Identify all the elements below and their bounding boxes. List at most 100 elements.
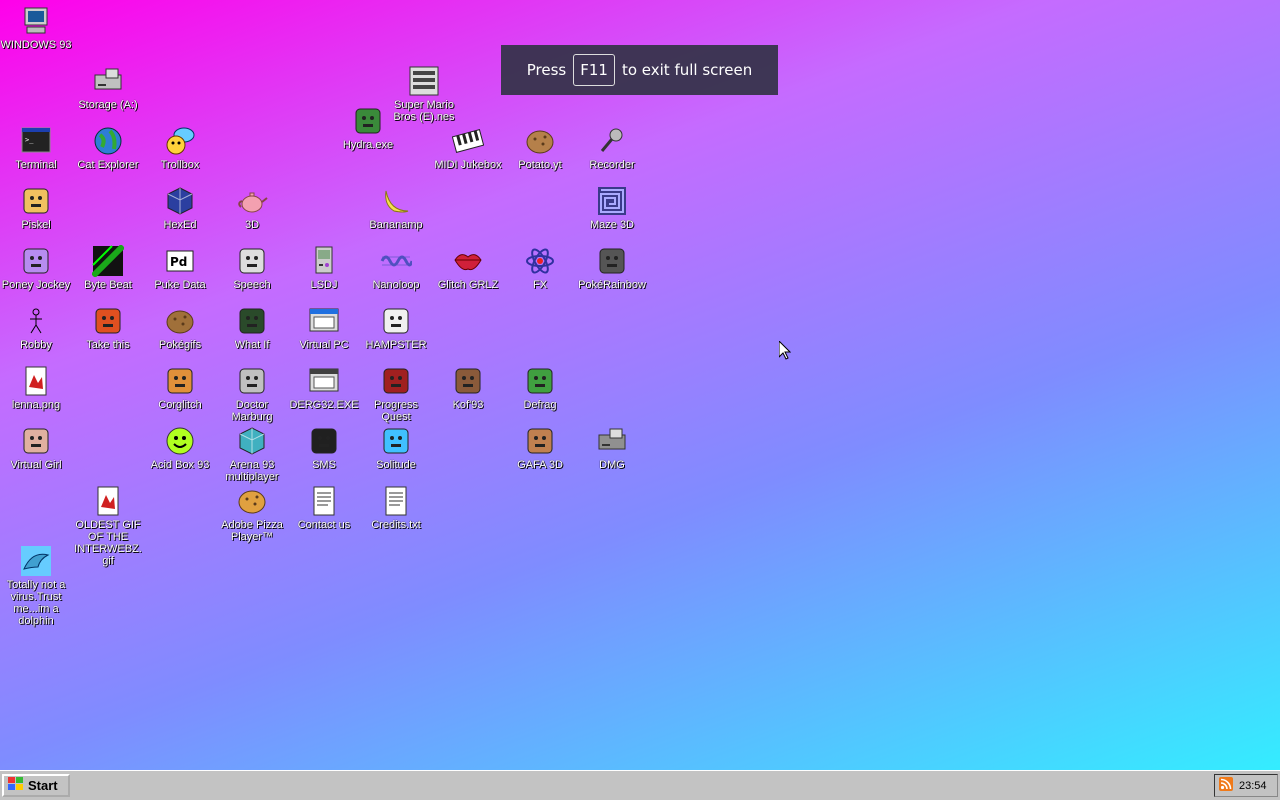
computer-icon: [20, 5, 52, 37]
desktop-icon[interactable]: Pd Puke Data: [144, 245, 216, 291]
desktop-icon-label: MIDI Jukebox: [434, 159, 502, 171]
smiley-icon: [164, 425, 196, 457]
crossed-swords-icon: [380, 365, 412, 397]
desktop-icon-label: Bananamp: [369, 219, 423, 231]
desktop-icon[interactable]: >_ Terminal: [0, 125, 72, 171]
desktop-icon[interactable]: Doctor Marburg: [216, 365, 288, 423]
character-icon: [92, 305, 124, 337]
desktop-icon[interactable]: Byte Beat: [72, 245, 144, 291]
desktop-icon-label: FX: [532, 279, 548, 291]
palette-icon: [20, 185, 52, 217]
desktop-icon[interactable]: Take this: [72, 305, 144, 351]
desktop-icon[interactable]: Pokégifs: [144, 305, 216, 351]
gif-file-icon: [92, 485, 124, 517]
desktop-icon-label: Piskel: [21, 219, 51, 231]
desktop-icon-label: Virtual Girl: [10, 459, 62, 471]
desktop-icon[interactable]: Glitch GRLZ: [432, 245, 504, 291]
desktop-icon-label: Solitude: [376, 459, 416, 471]
desktop-icon[interactable]: OLDEST GIF OF THE INTERWEBZ.gif: [72, 485, 144, 567]
doom-face-icon: [524, 425, 556, 457]
desktop-icon-label: Credits.txt: [371, 519, 421, 531]
desktop-icon[interactable]: Credits.txt: [360, 485, 432, 531]
desktop-icon[interactable]: SMS: [288, 425, 360, 471]
taskbar: Start 23:54: [0, 770, 1280, 800]
desktop-icon[interactable]: DERG32.EXE: [288, 365, 360, 411]
desktop-icon[interactable]: HexEd: [144, 185, 216, 231]
maze-icon: [596, 185, 628, 217]
start-label: Start: [28, 778, 58, 793]
dolphin-icon: [20, 545, 52, 577]
desktop-icon[interactable]: Corglitch: [144, 365, 216, 411]
desktop-icon-label: 3D: [244, 219, 260, 231]
desktop-icon[interactable]: Kof'93: [432, 365, 504, 411]
defrag-icon: [524, 365, 556, 397]
desktop-icon-label: Pokégifs: [158, 339, 202, 351]
desktop-icon[interactable]: Potato.yt: [504, 125, 576, 171]
desktop-icon[interactable]: What If: [216, 305, 288, 351]
desktop-icon[interactable]: Maze 3D: [576, 185, 648, 231]
desktop-icon[interactable]: WINDOWS 93: [0, 5, 72, 51]
desktop-icon-label: Robby: [20, 339, 52, 351]
microphone-icon: [596, 125, 628, 157]
desktop-icon[interactable]: Robby: [0, 305, 72, 351]
desktop-icon[interactable]: Recorder: [576, 125, 648, 171]
desktop-icon[interactable]: 3D: [216, 185, 288, 231]
desktop-icon[interactable]: LSDJ: [288, 245, 360, 291]
desktop-icon[interactable]: Contact us: [288, 485, 360, 531]
desktop-icon-label: Speech: [233, 279, 271, 291]
desktop-icon-label: Acid Box 93: [150, 459, 210, 471]
desktop-icon-label: Puke Data: [154, 279, 206, 291]
desktop-icon[interactable]: Nanoloop: [360, 245, 432, 291]
f11-key: F11: [573, 54, 615, 86]
desktop-icon[interactable]: Virtual Girl: [0, 425, 72, 471]
desktop-icon[interactable]: Adobe Pizza Player™: [216, 485, 288, 543]
desktop-icon[interactable]: Speech: [216, 245, 288, 291]
pony-icon: [20, 245, 52, 277]
desktop-icon[interactable]: Defrag: [504, 365, 576, 411]
hamster-icon: [380, 305, 412, 337]
desktop-icon[interactable]: lenna.png: [0, 365, 72, 411]
desktop-icon[interactable]: Virtual PC: [288, 305, 360, 351]
desktop-icon[interactable]: FX: [504, 245, 576, 291]
lips-icon: [452, 245, 484, 277]
desktop-icon[interactable]: Acid Box 93: [144, 425, 216, 471]
rss-icon[interactable]: [1219, 777, 1233, 794]
clock: 23:54: [1239, 779, 1267, 792]
fullscreen-toast: Press F11 to exit full screen: [501, 45, 778, 95]
disk-image-icon: [596, 425, 628, 457]
nes-console-icon: [408, 65, 440, 97]
desktop-icon[interactable]: PokéRainbow: [576, 245, 648, 291]
trainers-icon: [596, 245, 628, 277]
start-button[interactable]: Start: [2, 774, 70, 797]
desktop-icon[interactable]: MIDI Jukebox: [432, 125, 504, 171]
desktop-icon-label: GAFA 3D: [517, 459, 563, 471]
terminal-icon: >_: [20, 125, 52, 157]
desktop-icon-label: Maze 3D: [589, 219, 635, 231]
sega-console-icon: [308, 425, 340, 457]
desktop-icon-label: lenna.png: [11, 399, 61, 411]
doctor-icon: [236, 365, 268, 397]
desktop-icon[interactable]: Bananamp: [360, 185, 432, 231]
desktop-icon[interactable]: Progress Quest: [360, 365, 432, 423]
system-tray: 23:54: [1214, 774, 1278, 797]
desktop-icon-label: Trollbox: [160, 159, 200, 171]
desktop-icon[interactable]: Piskel: [0, 185, 72, 231]
desktop-icon-label: Cat Explorer: [77, 159, 139, 171]
desktop-icon[interactable]: DMG: [576, 425, 648, 471]
text-file-icon: [380, 485, 412, 517]
desktop-icon[interactable]: Poney Jockey: [0, 245, 72, 291]
desktop-icon[interactable]: Storage (A:): [72, 65, 144, 111]
face-icon: [236, 245, 268, 277]
letter-icon: [308, 485, 340, 517]
desktop-icon[interactable]: HAMPSTER: [360, 305, 432, 351]
toast-suffix: to exit full screen: [621, 61, 753, 79]
desktop-icon[interactable]: Solitude: [360, 425, 432, 471]
desktop-icon[interactable]: Cat Explorer: [72, 125, 144, 171]
arena-cube-icon: [236, 425, 268, 457]
desktop-icon[interactable]: Arena 93 multiplayer: [216, 425, 288, 483]
desktop-icon[interactable]: Hydra.exe: [332, 105, 404, 151]
desktop-icon[interactable]: Trollbox: [144, 125, 216, 171]
desktop-icon[interactable]: Totally not a virus.Trust me...im a dolp…: [0, 545, 72, 627]
pokeball-icon: [164, 305, 196, 337]
desktop-icon[interactable]: GAFA 3D: [504, 425, 576, 471]
